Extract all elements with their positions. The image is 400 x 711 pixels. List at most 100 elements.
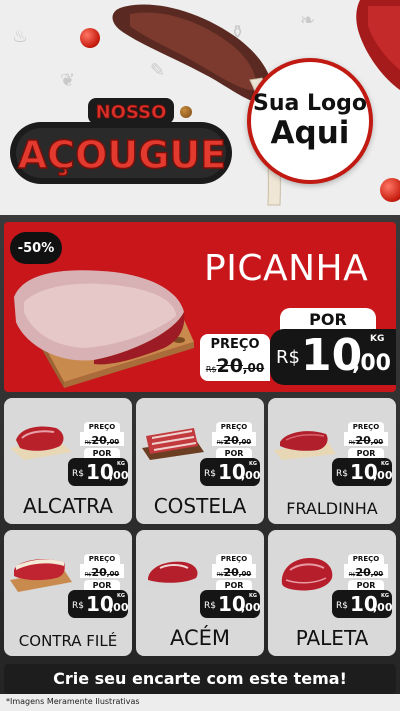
new-price: R$ 10 KG ,00	[332, 458, 393, 486]
new-price: R$ 10 KG ,00	[68, 458, 129, 486]
product-name: FRALDINHA	[286, 499, 378, 518]
store-title-badge: NOSSO AÇOUGUE	[10, 98, 232, 184]
old-price: R$20,00	[200, 355, 270, 381]
tomato-image	[380, 178, 400, 202]
product-card-costela[interactable]: PREÇO R$20,00 POR R$ 10 KG ,00 COSTELA	[136, 398, 264, 524]
old-price-label: PREÇO	[200, 334, 270, 355]
new-price: R$ 10 KG ,00	[332, 590, 393, 618]
old-price-label: PREÇO	[84, 422, 120, 432]
disclaimer-text: *Imagens Meramente Ilustrativas	[6, 697, 140, 706]
old-price-decimal: ,00	[238, 570, 252, 578]
price-unit: KG	[370, 334, 385, 344]
product-card-acem[interactable]: PREÇO R$20,00 POR R$ 10 KG ,00 ACÉM	[136, 530, 264, 656]
leaf-doodle-icon: ❧	[300, 10, 316, 31]
old-price: R$20,00	[212, 564, 256, 579]
product-card-paleta[interactable]: PREÇO R$20,00 POR R$ 10 KG ,00 PALETA	[268, 530, 396, 656]
price-unit: KG	[117, 461, 125, 467]
new-price: R$ 10 KG ,00	[200, 590, 261, 618]
paleta-image	[281, 558, 333, 591]
price-decimal: ,00	[373, 469, 393, 482]
old-price-label: PREÇO	[348, 554, 384, 564]
new-price-label: POR	[216, 580, 252, 590]
new-price: R$ 10 KG ,00	[200, 458, 261, 486]
price-decimal: ,00	[352, 351, 391, 376]
price-currency: R$	[204, 601, 216, 611]
old-price: R$20,00	[344, 432, 388, 447]
price-currency: R$	[276, 347, 300, 368]
old-price: R$20,00	[80, 564, 124, 579]
new-price-label: POR	[348, 580, 384, 590]
price-unit: KG	[381, 593, 389, 599]
title-main-text: AÇOUGUE	[18, 133, 226, 177]
old-price-integer: 20	[223, 434, 239, 447]
old-price-integer: 20	[91, 434, 107, 447]
old-price-decimal: ,00	[106, 570, 120, 578]
price-currency: R$	[72, 469, 84, 479]
discount-badge: -50%	[10, 232, 62, 264]
logo-line-2: Aqui	[270, 115, 350, 151]
old-price-decimal: ,00	[106, 438, 120, 446]
new-price: R$ 10 KG ,00	[68, 590, 129, 618]
fraldinha-image	[274, 431, 336, 460]
contra-file-image	[10, 559, 72, 592]
old-price-integer: 20	[355, 434, 371, 447]
price-decimal: ,00	[241, 601, 261, 614]
old-price-integer: 20	[355, 566, 371, 579]
old-price-decimal: ,00	[238, 438, 252, 446]
old-price-integer: 20	[223, 566, 239, 579]
hero-product-name: PICANHA	[204, 248, 369, 289]
old-price: R$20,00	[80, 432, 124, 447]
tomato-image	[80, 28, 100, 48]
price-decimal: ,00	[109, 601, 129, 614]
new-price-label: POR	[216, 448, 252, 458]
old-price-label: PREÇO	[216, 554, 252, 564]
header: ✎ ♨ ❦ ❧ ⚱ NOSSO AÇOUGUE Sua Logo Aqui	[0, 0, 400, 215]
old-price-currency: R$	[205, 365, 217, 374]
logo-placeholder[interactable]: Sua Logo Aqui	[247, 58, 373, 184]
herb-doodle-icon: ❦	[60, 70, 76, 91]
old-price-integer: 20	[216, 355, 243, 377]
picanha-image	[14, 270, 194, 388]
price-currency: R$	[336, 601, 348, 611]
price-decimal: ,00	[373, 601, 393, 614]
price-currency: R$	[72, 601, 84, 611]
new-price-label: POR	[280, 308, 376, 330]
new-price: R$ 10 KG ,00	[270, 329, 396, 385]
product-card-fraldinha[interactable]: PREÇO R$20,00 POR R$ 10 KG ,00 FRALDINHA	[268, 398, 396, 524]
bottle-doodle-icon: ♨	[12, 26, 29, 47]
costela-image	[142, 428, 204, 460]
hero-offer-picanha[interactable]: -50% PICANHA PREÇO R$20,00 POR R$ 10 KG …	[4, 222, 396, 392]
price-currency: R$	[336, 469, 348, 479]
product-name: COSTELA	[153, 494, 247, 518]
old-price: R$20,00	[212, 432, 256, 447]
new-price-label: POR	[84, 448, 120, 458]
price-unit: KG	[249, 593, 257, 599]
product-name: CONTRA FILÉ	[18, 632, 118, 650]
old-price-decimal: ,00	[370, 570, 384, 578]
price-unit: KG	[381, 461, 389, 467]
new-price-label: POR	[348, 448, 384, 458]
old-price-decimal: ,00	[370, 438, 384, 446]
price-unit: KG	[117, 593, 125, 599]
product-name: PALETA	[295, 626, 369, 650]
logo-line-1: Sua Logo	[252, 91, 367, 116]
alcatra-image	[10, 426, 72, 460]
create-flyer-button[interactable]: Crie seu encarte com este tema!	[4, 664, 396, 694]
new-price-label: POR	[84, 580, 120, 590]
old-price-label: PREÇO	[216, 422, 252, 432]
acem-image	[144, 561, 204, 590]
product-name: ACÉM	[169, 626, 231, 650]
old-price-label: PREÇO	[348, 422, 384, 432]
old-price: R$20,00	[344, 564, 388, 579]
price-decimal: ,00	[241, 469, 261, 482]
old-price-decimal: ,00	[242, 361, 265, 375]
old-price-label: PREÇO	[84, 554, 120, 564]
old-price-integer: 20	[91, 566, 107, 579]
price-decimal: ,00	[109, 469, 129, 482]
product-card-alcatra[interactable]: PREÇO R$20,00 POR R$ 10 KG ,00 ALCATRA	[4, 398, 132, 524]
price-currency: R$	[204, 469, 216, 479]
product-card-contra-file[interactable]: PREÇO R$20,00 POR R$ 10 KG ,00 CONTRA FILÉ	[4, 530, 132, 656]
title-top-text: NOSSO	[96, 102, 167, 123]
price-unit: KG	[249, 461, 257, 467]
product-name: ALCATRA	[23, 494, 113, 518]
